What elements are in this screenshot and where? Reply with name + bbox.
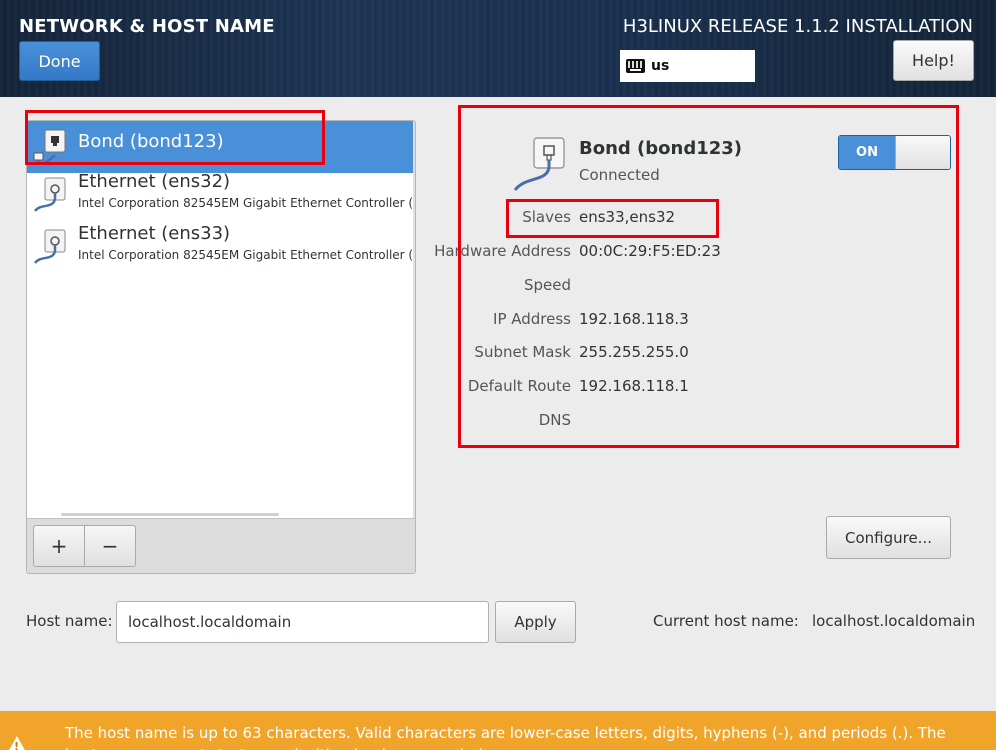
keyboard-layout-indicator[interactable]: us [620, 50, 755, 82]
device-description: Intel Corporation 82545EM Gigabit Ethern… [78, 248, 414, 262]
warning-text: The host name is up to 63 characters. Va… [65, 724, 946, 750]
property-value-slaves: ens33,ens32 [579, 208, 676, 226]
toggle-on-label: ON [839, 136, 895, 169]
installation-title: H3LINUX RELEASE 1.1.2 INSTALLATION [622, 16, 973, 37]
network-wired-icon [34, 229, 66, 264]
done-button[interactable]: Done [19, 41, 100, 81]
device-list: Bond (bond123) Ethernet (ens32) Intel Co… [26, 120, 416, 574]
property-label-slaves: Slaves [522, 208, 571, 226]
keyboard-icon [626, 59, 645, 73]
connection-toggle[interactable]: ON [838, 135, 951, 170]
property-value-hardware-address: 00:0C:29:F5:ED:23 [579, 242, 721, 260]
device-row-ens32[interactable]: Ethernet (ens32) Intel Corporation 82545… [27, 169, 415, 221]
property-label-subnet-mask: Subnet Mask [474, 343, 571, 361]
network-wired-icon [513, 137, 565, 192]
property-label-hardware-address: Hardware Address [434, 242, 571, 260]
device-name: Ethernet (ens32) [78, 171, 231, 192]
page-title: NETWORK & HOST NAME [19, 16, 275, 37]
keyboard-layout-label: us [651, 58, 670, 74]
current-hostname-label: Current host name: [653, 612, 799, 630]
list-horizontal-scrollbar[interactable] [61, 513, 279, 516]
device-row-bond123[interactable]: Bond (bond123) [27, 121, 415, 173]
property-label-speed: Speed [523, 276, 571, 294]
hostname-input[interactable] [116, 601, 489, 643]
warning-bar: The host name is up to 63 characters. Va… [0, 711, 996, 750]
warning-icon [7, 736, 27, 750]
hostname-label: Host name: [26, 612, 113, 630]
device-list-toolbar: + − [27, 518, 415, 573]
property-label-default-route: Default Route [467, 377, 571, 395]
property-value-default-route: 192.168.118.1 [579, 377, 689, 395]
property-label-ip-address: IP Address [493, 310, 571, 328]
property-label-dns: DNS [538, 411, 571, 429]
network-wired-icon [34, 177, 66, 212]
header-bar: NETWORK & HOST NAME H3LINUX RELEASE 1.1.… [0, 0, 996, 97]
device-description: Intel Corporation 82545EM Gigabit Ethern… [78, 196, 414, 210]
current-hostname-value: localhost.localdomain [812, 612, 976, 630]
detail-device-name: Bond (bond123) [579, 138, 743, 159]
device-name: Ethernet (ens33) [78, 223, 231, 244]
configure-button[interactable]: Configure... [826, 516, 951, 559]
device-row-ens33[interactable]: Ethernet (ens33) Intel Corporation 82545… [27, 221, 415, 273]
network-wired-icon [33, 129, 66, 165]
apply-button[interactable]: Apply [495, 601, 576, 643]
toggle-knob [895, 136, 950, 169]
property-value-subnet-mask: 255.255.255.0 [579, 343, 689, 361]
help-button[interactable]: Help! [893, 40, 974, 81]
remove-device-button[interactable]: − [84, 525, 136, 567]
property-value-ip-address: 192.168.118.3 [579, 310, 689, 328]
add-device-button[interactable]: + [33, 525, 85, 567]
list-vertical-scrollbar[interactable] [413, 121, 415, 518]
detail-device-state: Connected [579, 166, 660, 184]
device-name: Bond (bond123) [78, 131, 224, 152]
